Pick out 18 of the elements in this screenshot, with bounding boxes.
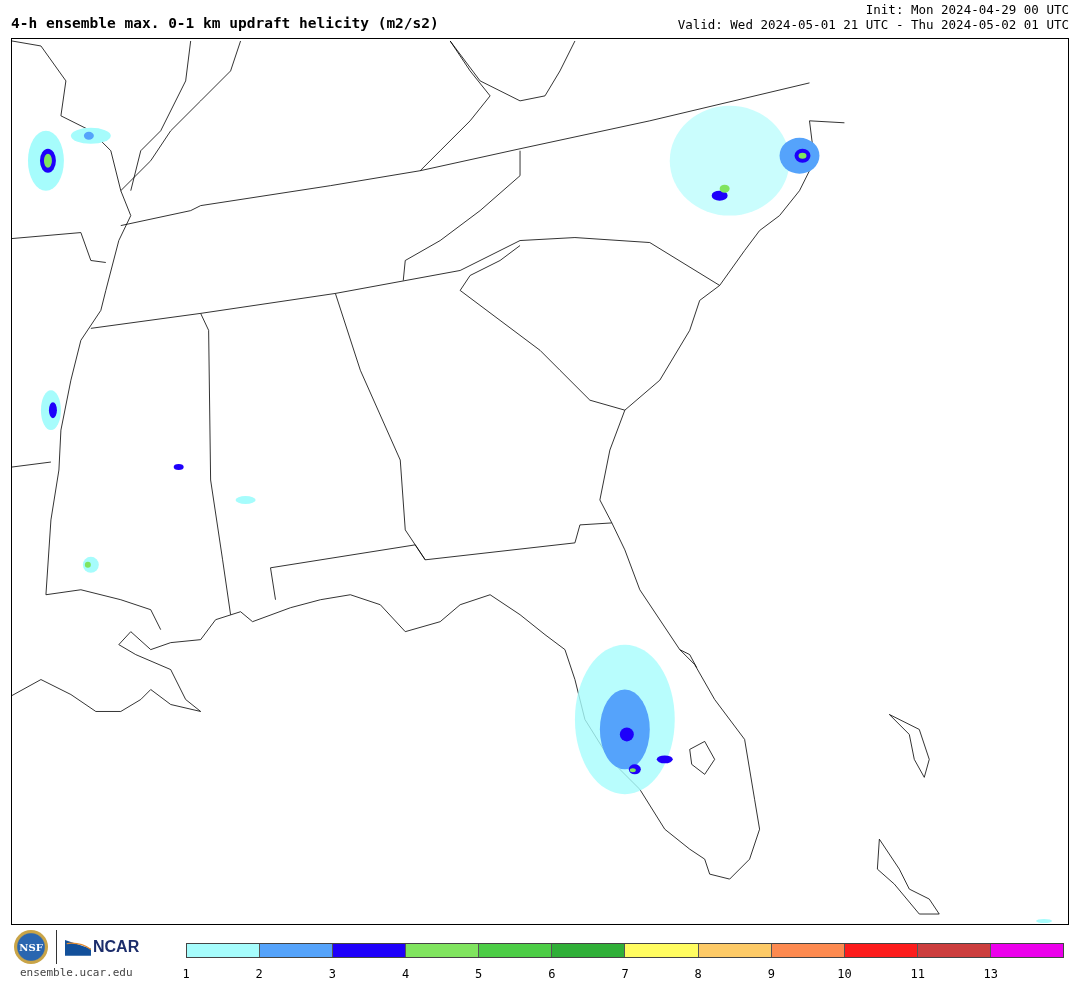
colorbar-label: 11 [910, 967, 925, 981]
ncar-logo: NCAR [65, 938, 140, 956]
plot-title: 4-h ensemble max. 0-1 km updraft helicity (m2/s2) [11, 14, 439, 32]
colorbar-label: 13 [983, 967, 999, 981]
colorbar-label: 5 [475, 967, 483, 981]
colorbar-label: 8 [694, 967, 702, 981]
init-time: Init: Mon 2024-04-29 00 UTC [864, 2, 1069, 17]
colorbar-label: 4 [401, 967, 410, 981]
colorbar-label: 2 [255, 967, 263, 981]
colorbar-label: 1 [182, 967, 190, 981]
colorbar-label: 6 [548, 967, 556, 981]
colorbar-label: 9 [767, 967, 775, 981]
website-url: ensemble.ucar.edu [20, 966, 133, 979]
colorbar-label: 10 [837, 967, 852, 981]
colorbar-label: 3 [328, 967, 336, 981]
nsf-logo: NSF [14, 930, 48, 964]
colorbar-label: 7 [621, 967, 629, 981]
valid-time: Valid: Wed 2024-05-01 21 UTC - Thu 2024-05-02 01 UTC [677, 17, 1069, 32]
